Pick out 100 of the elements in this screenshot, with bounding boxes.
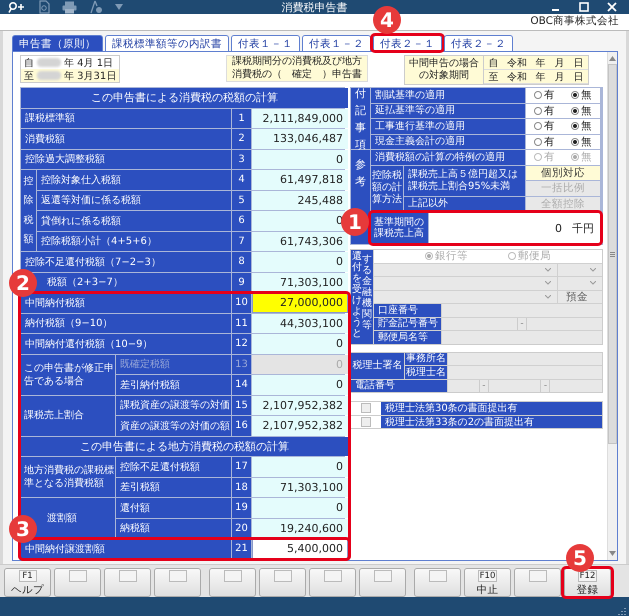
row-label: 還付額 (116, 498, 231, 518)
row-label: 控除税額小計（4+5+6） (37, 232, 231, 251)
dropdown-field[interactable] (374, 264, 557, 276)
row-label: 控除不足還付税額（7−2−3） (21, 252, 231, 272)
function-key[interactable] (359, 568, 406, 596)
amount-field[interactable]: 27,000,000 (252, 293, 348, 312)
company-name: OBC商事株式会社 (530, 14, 619, 28)
function-key[interactable] (309, 568, 356, 596)
period-label: 至 (24, 70, 34, 82)
zoom-in-icon[interactable] (8, 1, 26, 13)
interim-date-part: 月 (554, 56, 566, 70)
checkbox[interactable] (361, 403, 371, 414)
line-number: 14 (232, 375, 251, 394)
checkbox[interactable] (361, 416, 371, 427)
scroll-up-icon[interactable] (609, 56, 616, 61)
amount-field[interactable]: 0 (252, 252, 348, 272)
radio-option[interactable]: 有 (534, 104, 555, 118)
input-field[interactable] (442, 304, 602, 316)
amount-field[interactable]: 71,303,100 (252, 478, 348, 497)
row-label: 上記以外 (404, 196, 525, 211)
pen-check-icon[interactable] (89, 0, 103, 14)
amount-field[interactable]: 0 (252, 457, 348, 476)
dropdown-field[interactable] (558, 264, 602, 276)
radio-option[interactable]: 無 (571, 134, 592, 149)
amount-field[interactable]: 44,303,100 (252, 314, 348, 333)
section-label: する金融機関等 (362, 253, 372, 333)
amount-field[interactable]: 5,400,000 (252, 539, 348, 558)
section-header: この申告書による地方消費税の税額の計算 (21, 436, 348, 456)
radio-option[interactable]: 無 (571, 119, 592, 134)
function-key[interactable] (54, 568, 101, 596)
line-number: 9 (232, 272, 251, 292)
function-key[interactable]: F10 中止 (464, 568, 511, 596)
amount-field[interactable]: 2,107,952,382 (252, 416, 348, 436)
row-label: 延払基準等の適用 (371, 104, 525, 118)
amount-field[interactable]: 245,488 (252, 190, 348, 210)
tab[interactable]: 付表１－２ (302, 35, 371, 51)
line-number: 13 (232, 354, 251, 374)
amount-field[interactable]: 0 千円 (429, 212, 600, 244)
function-key[interactable] (104, 568, 151, 596)
row-label: 返還等対価に係る税額 (37, 190, 231, 210)
amount-field[interactable]: 0 (252, 375, 348, 394)
amount-field[interactable]: 61,497,818 (252, 170, 348, 190)
row-label: 差引税額 (116, 478, 231, 497)
radio-option[interactable]: 有 (534, 119, 555, 134)
amount-field[interactable]: 71,303,100 (252, 272, 348, 292)
row-label: 差引納付税額 (116, 375, 231, 394)
period-label: 自 (24, 56, 34, 70)
function-key[interactable]: F12 登録 (564, 568, 611, 596)
amount-field[interactable]: 19,240,600 (252, 518, 348, 538)
line-number: 15 (232, 396, 251, 415)
close-icon[interactable] (607, 2, 617, 12)
amount-field[interactable]: 2,111,849,000 (252, 108, 348, 128)
amount-field[interactable]: 133,046,487 (252, 129, 348, 148)
function-key[interactable] (259, 568, 306, 596)
scroll-down-icon[interactable] (609, 550, 616, 556)
line-number: 20 (232, 518, 251, 538)
radio-option[interactable]: 無 (571, 88, 592, 102)
function-key[interactable] (514, 568, 561, 596)
amount-field[interactable]: 0 (252, 150, 348, 169)
input-field[interactable] (448, 366, 602, 378)
function-key[interactable] (154, 568, 201, 596)
scrollbar[interactable] (607, 52, 617, 560)
row-label: 中間納付還付税額（10−9） (21, 334, 231, 354)
function-key[interactable] (209, 568, 256, 596)
radio-option[interactable]: 無 (571, 104, 592, 118)
input-field[interactable] (448, 352, 602, 365)
caret-icon (590, 281, 596, 286)
maximize-icon[interactable] (579, 2, 589, 12)
radio-option[interactable]: 有 (534, 134, 555, 149)
period-date: 年 4月 1日 (64, 56, 114, 70)
group-label: 地方消費税の課税標準となる消費税額 (21, 457, 115, 497)
line-number: 5 (232, 190, 251, 210)
dropdown-field[interactable] (374, 290, 557, 303)
amount-field[interactable]: 2,107,952,382 (252, 396, 348, 415)
function-key[interactable]: F1 ヘルプ (4, 568, 51, 596)
dropdown-field[interactable] (374, 277, 557, 290)
tab[interactable]: 付表１－１ (231, 35, 300, 51)
blurred-field (37, 58, 61, 67)
callout-badge: 4 (373, 6, 401, 34)
printer-icon[interactable] (62, 0, 77, 14)
tab[interactable]: 課税標準額等の内訳書 (105, 35, 229, 51)
input-field[interactable] (442, 331, 602, 344)
row-label: 消費税額 (21, 129, 231, 148)
tab[interactable]: 付表２－２ (444, 35, 513, 51)
dropdown-icon[interactable] (115, 4, 123, 10)
option-cell[interactable]: 個別対応 (526, 166, 600, 180)
field-label: 貯金記号番号 (374, 318, 441, 330)
search-document-icon[interactable] (38, 0, 50, 14)
line-number: 2 (232, 129, 251, 148)
row-label: 貸倒れに係る税額 (37, 211, 231, 230)
radio-option[interactable]: 有 (534, 88, 555, 102)
resize-grip-icon[interactable] (618, 606, 626, 614)
dropdown-field[interactable] (558, 277, 602, 290)
row-label: 課税標準額 (21, 108, 231, 128)
function-key[interactable] (414, 568, 461, 596)
amount-field[interactable]: 0 (252, 334, 348, 354)
amount-field[interactable]: 61,743,306 (252, 232, 348, 251)
line-number: 17 (232, 457, 251, 476)
amount-field[interactable]: 0 (252, 498, 348, 518)
tab[interactable]: 申告書（原則） (12, 35, 103, 51)
